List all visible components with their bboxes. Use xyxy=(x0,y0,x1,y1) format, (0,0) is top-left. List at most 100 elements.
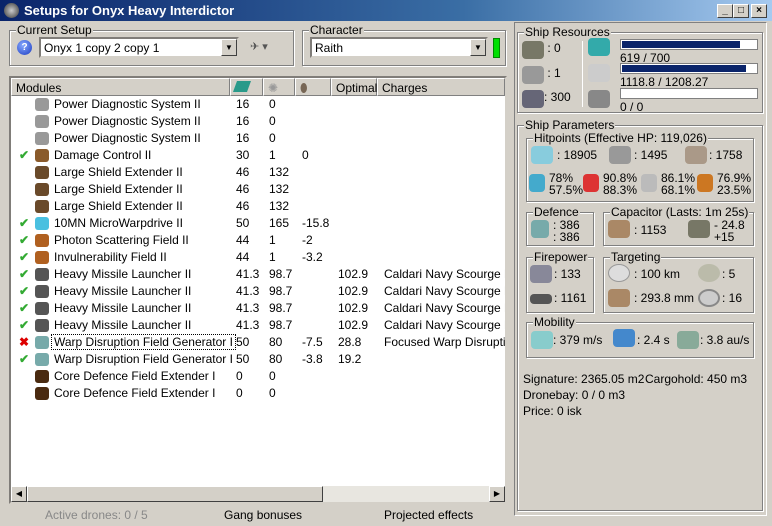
active-drones-label[interactable]: Active drones: 0 / 5 xyxy=(45,508,148,522)
structure-hp: : 1758 xyxy=(709,148,743,162)
active-check-icon[interactable]: ✔ xyxy=(19,216,29,230)
help-icon[interactable]: ? xyxy=(17,40,32,55)
armor-icon xyxy=(609,146,631,164)
offline-x-icon[interactable]: ✖ xyxy=(19,335,29,349)
hitpoints-label: Hitpoints (Effective HP: 119,026) xyxy=(533,131,708,145)
header-powergrid[interactable]: ✺ xyxy=(263,78,295,96)
module-charges: Caldari Navy Scourge Hea xyxy=(384,301,505,315)
module-icon xyxy=(35,98,49,111)
module-name: Invulnerability Field II xyxy=(54,250,167,264)
module-optimal: 102.9 xyxy=(338,318,369,332)
module-row[interactable]: ✔ Warp Disruption Field Generator I 50 80 -3… xyxy=(11,351,505,368)
active-check-icon[interactable]: ✔ xyxy=(19,233,29,247)
defence-label: Defence xyxy=(533,205,580,219)
module-icon xyxy=(35,115,49,128)
horizontal-scrollbar[interactable]: ◀ ▶ xyxy=(11,486,505,502)
active-check-icon[interactable]: ✔ xyxy=(19,301,29,315)
dps-icon xyxy=(530,265,552,283)
module-row[interactable]: ✔ Damage Control II 30 1 0 xyxy=(11,147,505,164)
module-name: Core Defence Field Extender I xyxy=(54,369,216,383)
gang-bonuses-tab[interactable]: Gang bonuses xyxy=(224,508,302,522)
capacitor-group: Capacitor (Lasts: 1m 25s) : 1153 - 24.8 +… xyxy=(603,205,754,246)
module-icon xyxy=(35,370,49,383)
ship-parameters-label: Ship Parameters xyxy=(524,118,616,132)
module-row[interactable]: Large Shield Extender II 46 132 xyxy=(11,198,505,215)
ship-resources-label: Ship Resources xyxy=(524,25,611,39)
module-name: Heavy Missile Launcher II xyxy=(54,267,192,281)
scan-resolution: : 293.8 mm xyxy=(634,291,695,305)
module-powergrid: 0 xyxy=(269,369,276,383)
module-capacitor: -15.8 xyxy=(302,216,330,230)
header-modules[interactable]: Modules xyxy=(11,78,230,96)
chevron-down-icon[interactable]: ▼ xyxy=(470,39,486,56)
header-capacitor[interactable]: ⬮ xyxy=(295,78,331,96)
align-time-icon xyxy=(613,329,635,347)
chevron-down-icon[interactable]: ▼ xyxy=(221,39,237,56)
setup-select[interactable]: Onyx 1 copy 2 copy 1 ▼ xyxy=(39,37,239,58)
module-row[interactable]: ✔ Invulnerability Field II 44 1 -3.2 xyxy=(11,249,505,266)
module-row[interactable]: Large Shield Extender II 46 132 xyxy=(11,181,505,198)
scroll-right-button[interactable]: ▶ xyxy=(489,486,505,502)
module-name: Power Diagnostic System II xyxy=(54,131,201,145)
module-row[interactable]: Core Defence Field Extender I 0 0 xyxy=(11,385,505,402)
character-status-indicator xyxy=(493,38,500,58)
module-row[interactable]: Power Diagnostic System II 16 0 xyxy=(11,113,505,130)
current-setup-label: Current Setup xyxy=(16,23,93,37)
mobility-label: Mobility xyxy=(533,315,576,329)
module-row[interactable]: ✖ Warp Disruption Field Generator I 50 80 -7… xyxy=(11,334,505,351)
mobility-group: Mobility : 379 m/s : 2.4 s : 3.8 au/s xyxy=(526,315,754,358)
turret-slots: : 0 xyxy=(547,41,561,55)
module-row[interactable]: ✔ Heavy Missile Launcher II 41.3 98.7 102.9 C… xyxy=(11,266,505,283)
character-value: Raith xyxy=(315,41,344,55)
active-check-icon[interactable]: ✔ xyxy=(19,352,29,366)
module-name: Power Diagnostic System II xyxy=(54,114,201,128)
module-row[interactable]: Core Defence Field Extender I 0 0 xyxy=(11,368,505,385)
module-row[interactable]: Power Diagnostic System II 16 0 xyxy=(11,130,505,147)
active-check-icon[interactable]: ✔ xyxy=(19,148,29,162)
module-row[interactable]: ✔ Heavy Missile Launcher II 41.3 98.7 102.9 C… xyxy=(11,283,505,300)
ship-menu-button[interactable]: ✈ ▾ xyxy=(250,40,280,54)
module-row[interactable]: ✔ Heavy Missile Launcher II 41.3 98.7 102.9 C… xyxy=(11,300,505,317)
module-row[interactable]: Large Shield Extender II 46 132 xyxy=(11,164,505,181)
module-row[interactable]: Power Diagnostic System II 16 0 xyxy=(11,96,505,113)
module-name: Large Shield Extender II xyxy=(54,165,183,179)
module-row[interactable]: ✔ 10MN MicroWarpdrive II 50 165 -15.8 xyxy=(11,215,505,232)
module-powergrid: 0 xyxy=(269,114,276,128)
module-icon xyxy=(35,353,49,366)
module-charges: Caldari Navy Scourge Hea xyxy=(384,318,505,332)
powergrid-icon xyxy=(588,64,610,82)
module-row[interactable]: ✔ Photon Scattering Field II 44 1 -2 xyxy=(11,232,505,249)
character-select[interactable]: Raith ▼ xyxy=(310,37,488,58)
close-button[interactable]: × xyxy=(751,4,767,18)
powergrid-value: 1118.8 / 1208.27 xyxy=(620,75,709,89)
module-name: Heavy Missile Launcher II xyxy=(54,301,192,315)
header-cpu[interactable] xyxy=(230,78,263,96)
signature-radius: Signature: 2365.05 m2 xyxy=(523,372,645,386)
drone-bandwidth-icon xyxy=(588,90,610,108)
active-check-icon[interactable]: ✔ xyxy=(19,284,29,298)
module-optimal: 102.9 xyxy=(338,267,369,281)
module-optimal: 28.8 xyxy=(338,335,362,349)
header-charges[interactable]: Charges xyxy=(377,78,505,96)
header-optimal[interactable]: Optimal xyxy=(331,78,377,96)
scroll-left-button[interactable]: ◀ xyxy=(11,486,27,502)
module-cpu: 46 xyxy=(236,199,250,213)
scroll-thumb[interactable] xyxy=(27,486,323,502)
minimize-button[interactable]: _ xyxy=(717,4,733,18)
module-icon xyxy=(35,200,49,213)
max-targets-icon xyxy=(698,264,720,282)
active-check-icon[interactable]: ✔ xyxy=(19,250,29,264)
active-check-icon[interactable]: ✔ xyxy=(19,267,29,281)
targeting-label: Targeting xyxy=(610,250,662,264)
projected-effects-tab[interactable]: Projected effects xyxy=(384,508,473,522)
maximize-button[interactable]: □ xyxy=(733,4,749,18)
module-powergrid: 0 xyxy=(269,97,276,111)
current-setup-group: Current Setup ? Onyx 1 copy 2 copy 1 ▼ ✈… xyxy=(9,23,294,66)
module-row[interactable]: ✔ Heavy Missile Launcher II 41.3 98.7 102.9 C… xyxy=(11,317,505,334)
price: Price: 0 isk xyxy=(523,404,582,418)
module-name: Damage Control II xyxy=(54,148,152,162)
modules-list[interactable]: Modules ✺ ⬮ Optimal Charges Power Diagno… xyxy=(9,76,507,504)
module-cpu: 30 xyxy=(236,148,250,162)
firepower-label: Firepower xyxy=(533,250,589,264)
active-check-icon[interactable]: ✔ xyxy=(19,318,29,332)
